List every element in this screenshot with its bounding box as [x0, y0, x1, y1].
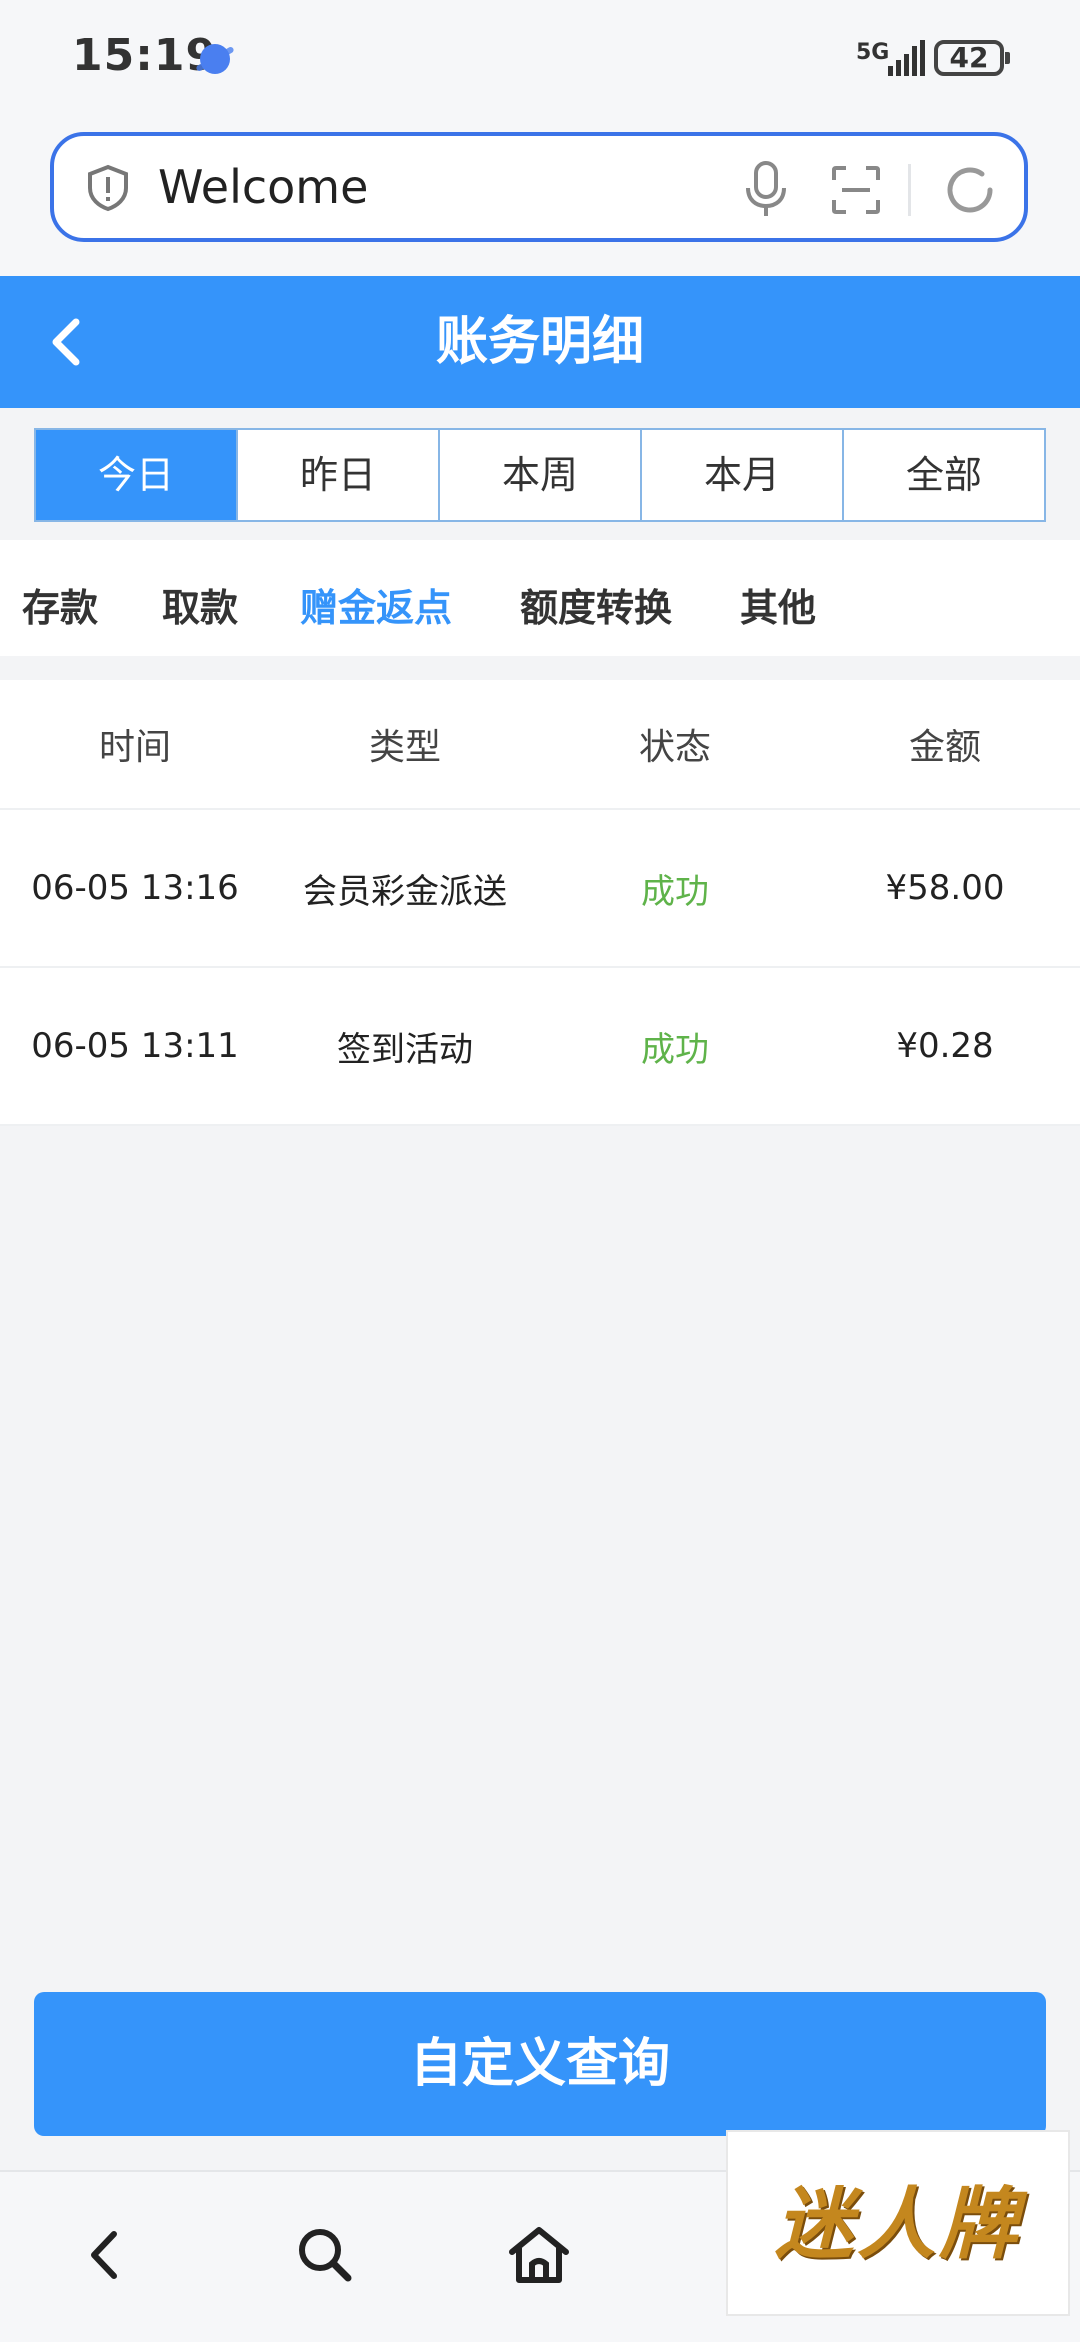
row-amount: ¥58.00 — [885, 868, 1005, 908]
browser-planet-icon — [200, 44, 230, 74]
row-status: 成功 — [641, 871, 709, 912]
custom-query-button[interactable]: 自定义查询 — [34, 1992, 1046, 2136]
category-transfer[interactable]: 额度转换 — [520, 540, 672, 676]
row-type: 签到活动 — [337, 1029, 473, 1070]
category-tabs: 存款 取款 赠金返点 额度转换 其他 — [0, 540, 1080, 656]
header-amount: 金额 — [908, 727, 981, 768]
table-header-row: 时间 类型 状态 金额 — [0, 680, 1080, 810]
browser-toolbar: Welcome — [0, 120, 1080, 276]
category-withdraw[interactable]: 取款 — [162, 540, 238, 676]
watermark-text: 迷人牌 — [774, 2180, 1021, 2270]
header-status: 状态 — [638, 727, 711, 768]
network-type: 5G — [856, 40, 890, 65]
back-chevron-icon[interactable] — [36, 302, 96, 382]
page-title: 账务明细 — [435, 312, 644, 372]
row-type: 会员彩金派送 — [303, 871, 507, 912]
transaction-table: 时间 类型 状态 金额 06-05 13:16 会员彩金派送 成功 ¥58.00… — [0, 680, 1080, 1126]
tab-yesterday[interactable]: 昨日 — [238, 430, 440, 520]
tab-this-week[interactable]: 本周 — [440, 430, 642, 520]
tab-today[interactable]: 今日 — [36, 430, 238, 520]
watermark-logo: 迷人牌 — [726, 2130, 1070, 2316]
back-icon[interactable] — [72, 2220, 142, 2290]
header-type: 类型 — [368, 727, 441, 768]
signal-icon — [888, 40, 925, 76]
row-amount: ¥0.28 — [896, 1026, 994, 1066]
category-other[interactable]: 其他 — [740, 540, 816, 676]
page-header: 账务明细 — [0, 276, 1080, 408]
address-bar[interactable]: Welcome — [50, 132, 1028, 242]
address-text[interactable]: Welcome — [158, 160, 368, 214]
date-range-tabs: 今日 昨日 本周 本月 全部 — [34, 428, 1046, 522]
header-time: 时间 — [98, 727, 171, 768]
row-status: 成功 — [641, 1029, 709, 1070]
status-bar: 15:19 5G 42 — [0, 0, 1080, 120]
category-deposit[interactable]: 存款 — [22, 540, 98, 676]
toolbar-divider — [908, 164, 911, 216]
reload-icon[interactable] — [942, 162, 998, 218]
search-icon[interactable] — [290, 2220, 360, 2290]
status-time: 15:19 — [72, 30, 218, 81]
shield-icon[interactable] — [86, 164, 130, 212]
microphone-icon[interactable] — [744, 160, 788, 218]
tab-this-month[interactable]: 本月 — [642, 430, 844, 520]
scan-icon[interactable] — [830, 164, 882, 216]
table-row[interactable]: 06-05 13:16 会员彩金派送 成功 ¥58.00 — [0, 810, 1080, 968]
tab-all[interactable]: 全部 — [844, 430, 1044, 520]
home-icon[interactable] — [504, 2220, 574, 2290]
battery-icon: 42 — [934, 40, 1010, 76]
row-time: 06-05 13:11 — [31, 1026, 239, 1066]
row-time: 06-05 13:16 — [31, 868, 239, 908]
table-row[interactable]: 06-05 13:11 签到活动 成功 ¥0.28 — [0, 968, 1080, 1126]
category-bonus-rebate[interactable]: 赠金返点 — [300, 540, 452, 676]
